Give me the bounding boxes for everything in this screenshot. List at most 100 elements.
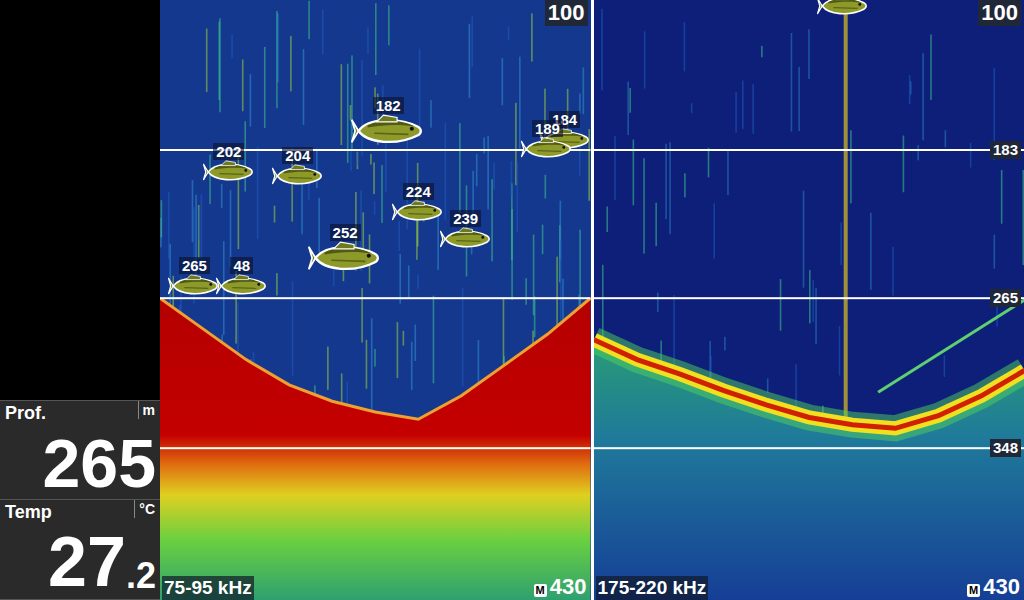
sonar-noise bbox=[766, 378, 768, 393]
sonar-noise bbox=[761, 46, 763, 57]
sonar-noise bbox=[683, 22, 685, 71]
panel-footer: 75-95 kHz M430 bbox=[160, 574, 591, 600]
sonar-noise bbox=[408, 265, 410, 298]
sonar-noise bbox=[462, 288, 464, 386]
sonar-noise bbox=[327, 347, 329, 390]
sonar-noise bbox=[922, 53, 924, 140]
sonar-panel: 183265348100175-220 kHzM430 bbox=[594, 0, 1024, 600]
sonar-noise bbox=[655, 203, 657, 246]
sonar-noise bbox=[902, 136, 904, 193]
sonar-noise bbox=[690, 103, 692, 113]
sonar-noise bbox=[870, 213, 872, 290]
sonar-noise bbox=[433, 296, 435, 384]
sonar-noise bbox=[250, 74, 252, 126]
sonar-noise bbox=[614, 136, 616, 200]
sonar-noise bbox=[511, 161, 513, 197]
sonar-noise bbox=[303, 49, 305, 125]
sonar-noise bbox=[850, 130, 852, 203]
sonar-noise bbox=[917, 145, 919, 160]
sonar-noise bbox=[357, 152, 359, 169]
sonar-noise bbox=[943, 355, 945, 377]
sonar-noise bbox=[1022, 170, 1024, 265]
sonar-noise bbox=[375, 3, 377, 75]
sonar-noise bbox=[361, 60, 363, 157]
sonar-noise bbox=[403, 331, 405, 346]
sonar-noise bbox=[1000, 170, 1002, 224]
sonar-noise bbox=[414, 325, 416, 361]
sonar-noise bbox=[221, 184, 223, 208]
fish-depth-label: 204 bbox=[282, 147, 313, 164]
temp-readout: Temp°C27.2 bbox=[0, 500, 160, 600]
seabed-line bbox=[594, 340, 1024, 429]
sonar-noise bbox=[560, 241, 562, 322]
sonar-noise bbox=[341, 64, 343, 145]
sonar-noise bbox=[264, 47, 266, 128]
fish-target: 182 bbox=[350, 97, 426, 148]
fish-target: 224 bbox=[392, 183, 444, 224]
sonar-noise bbox=[519, 57, 521, 149]
depth-line-label: 265 bbox=[990, 289, 1021, 307]
sonar-noise bbox=[374, 349, 376, 367]
fish-depth-label: 202 bbox=[213, 143, 244, 160]
sonar-noise bbox=[491, 179, 493, 261]
fish-icon bbox=[307, 241, 383, 275]
sonar-noise bbox=[779, 279, 781, 331]
sonar-panel: 1821841892022042242392524826510075-95 kH… bbox=[160, 0, 591, 600]
sonar-noise bbox=[231, 35, 233, 59]
sonar-noise bbox=[629, 88, 631, 113]
sonar-noise bbox=[388, 5, 390, 45]
sonar-noise bbox=[397, 322, 399, 378]
fish-target: 239 bbox=[440, 210, 492, 251]
sonar-noise bbox=[290, 36, 292, 91]
fish-target: 189 bbox=[521, 120, 573, 161]
sonar-noise bbox=[502, 58, 504, 105]
sonar-noise bbox=[308, 1, 310, 39]
sonar-noise bbox=[643, 31, 645, 88]
sonar-noise bbox=[459, 123, 461, 213]
sonar-noise bbox=[469, 24, 471, 98]
fish-depth-label: 252 bbox=[330, 224, 361, 241]
sonar-noise bbox=[665, 144, 667, 219]
sonar-noise bbox=[277, 13, 279, 82]
sonar-noise bbox=[724, 337, 726, 351]
sonar-noise bbox=[322, 10, 324, 54]
depth-readout: Prof.m265 bbox=[0, 400, 160, 500]
sonar-noise bbox=[419, 49, 421, 138]
sonar-noise bbox=[209, 155, 211, 205]
sonar-noise bbox=[318, 198, 320, 252]
range-bottom: M430 bbox=[967, 574, 1022, 600]
range-mode-badge: M bbox=[967, 584, 980, 597]
sonar-noise bbox=[398, 221, 400, 251]
sonar-noise bbox=[808, 29, 810, 79]
sonar-noise bbox=[356, 151, 358, 165]
seabed-return bbox=[160, 298, 591, 600]
fish-icon bbox=[350, 114, 426, 148]
sonar-noise bbox=[601, 9, 603, 91]
depth-line-label: 183 bbox=[990, 141, 1021, 159]
fish-target: 252 bbox=[307, 224, 383, 275]
sonar-noise bbox=[292, 281, 294, 375]
fish-depth-label: 48 bbox=[230, 257, 253, 274]
sonar-noise bbox=[516, 162, 518, 232]
sonar-noise bbox=[276, 273, 278, 295]
seabed-line bbox=[160, 298, 591, 419]
frequency-label: 75-95 kHz bbox=[162, 576, 254, 600]
depth-unit: m bbox=[138, 401, 155, 419]
panel-footer: 175-220 kHzM430 bbox=[594, 574, 1024, 600]
sonar-noise bbox=[627, 82, 629, 135]
fish-depth-label: 239 bbox=[450, 210, 481, 227]
sonar-noise bbox=[257, 147, 259, 239]
fish-icon bbox=[203, 160, 255, 184]
fish-target: 202 bbox=[203, 143, 255, 184]
fish-icon bbox=[440, 227, 492, 251]
range-bottom: M430 bbox=[534, 574, 589, 600]
sonar-noise bbox=[930, 34, 932, 100]
depth-line bbox=[594, 149, 1024, 151]
sonar-noise bbox=[808, 270, 810, 323]
sonar-noise bbox=[350, 105, 352, 120]
sonar-noise bbox=[366, 340, 368, 389]
fish-icon bbox=[392, 200, 444, 224]
sonar-noise bbox=[381, 165, 383, 223]
sonar-noise bbox=[316, 149, 318, 188]
sonar-noise bbox=[219, 18, 221, 112]
